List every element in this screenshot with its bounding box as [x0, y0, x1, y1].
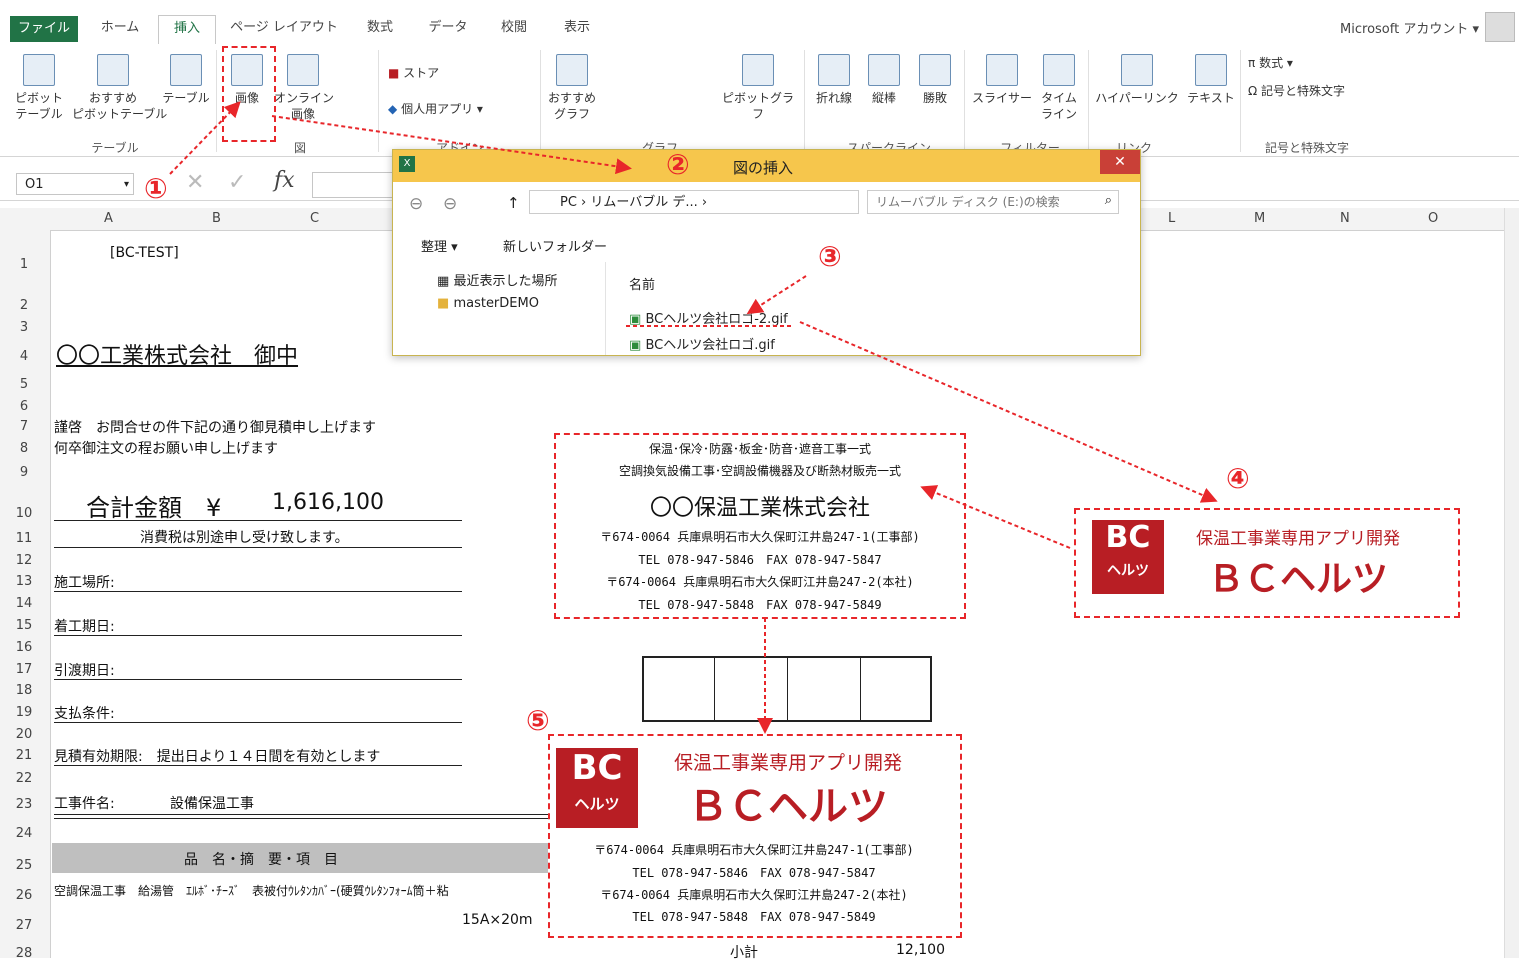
vertical-scrollbar[interactable]: [1504, 208, 1519, 958]
marker-2: ②: [666, 148, 690, 181]
marker-4: ④: [1226, 462, 1250, 495]
arrow-4: [799, 321, 1218, 503]
arrow-to-company: [920, 485, 1071, 549]
marker-1: ①: [144, 172, 168, 205]
arrow-2: [271, 115, 632, 175]
marker-5: ⑤: [526, 704, 550, 737]
annotation-arrows: [169, 101, 1218, 734]
arrow-3: [746, 275, 807, 315]
arrow-1: [169, 101, 241, 175]
marker-3: ③: [818, 240, 842, 273]
